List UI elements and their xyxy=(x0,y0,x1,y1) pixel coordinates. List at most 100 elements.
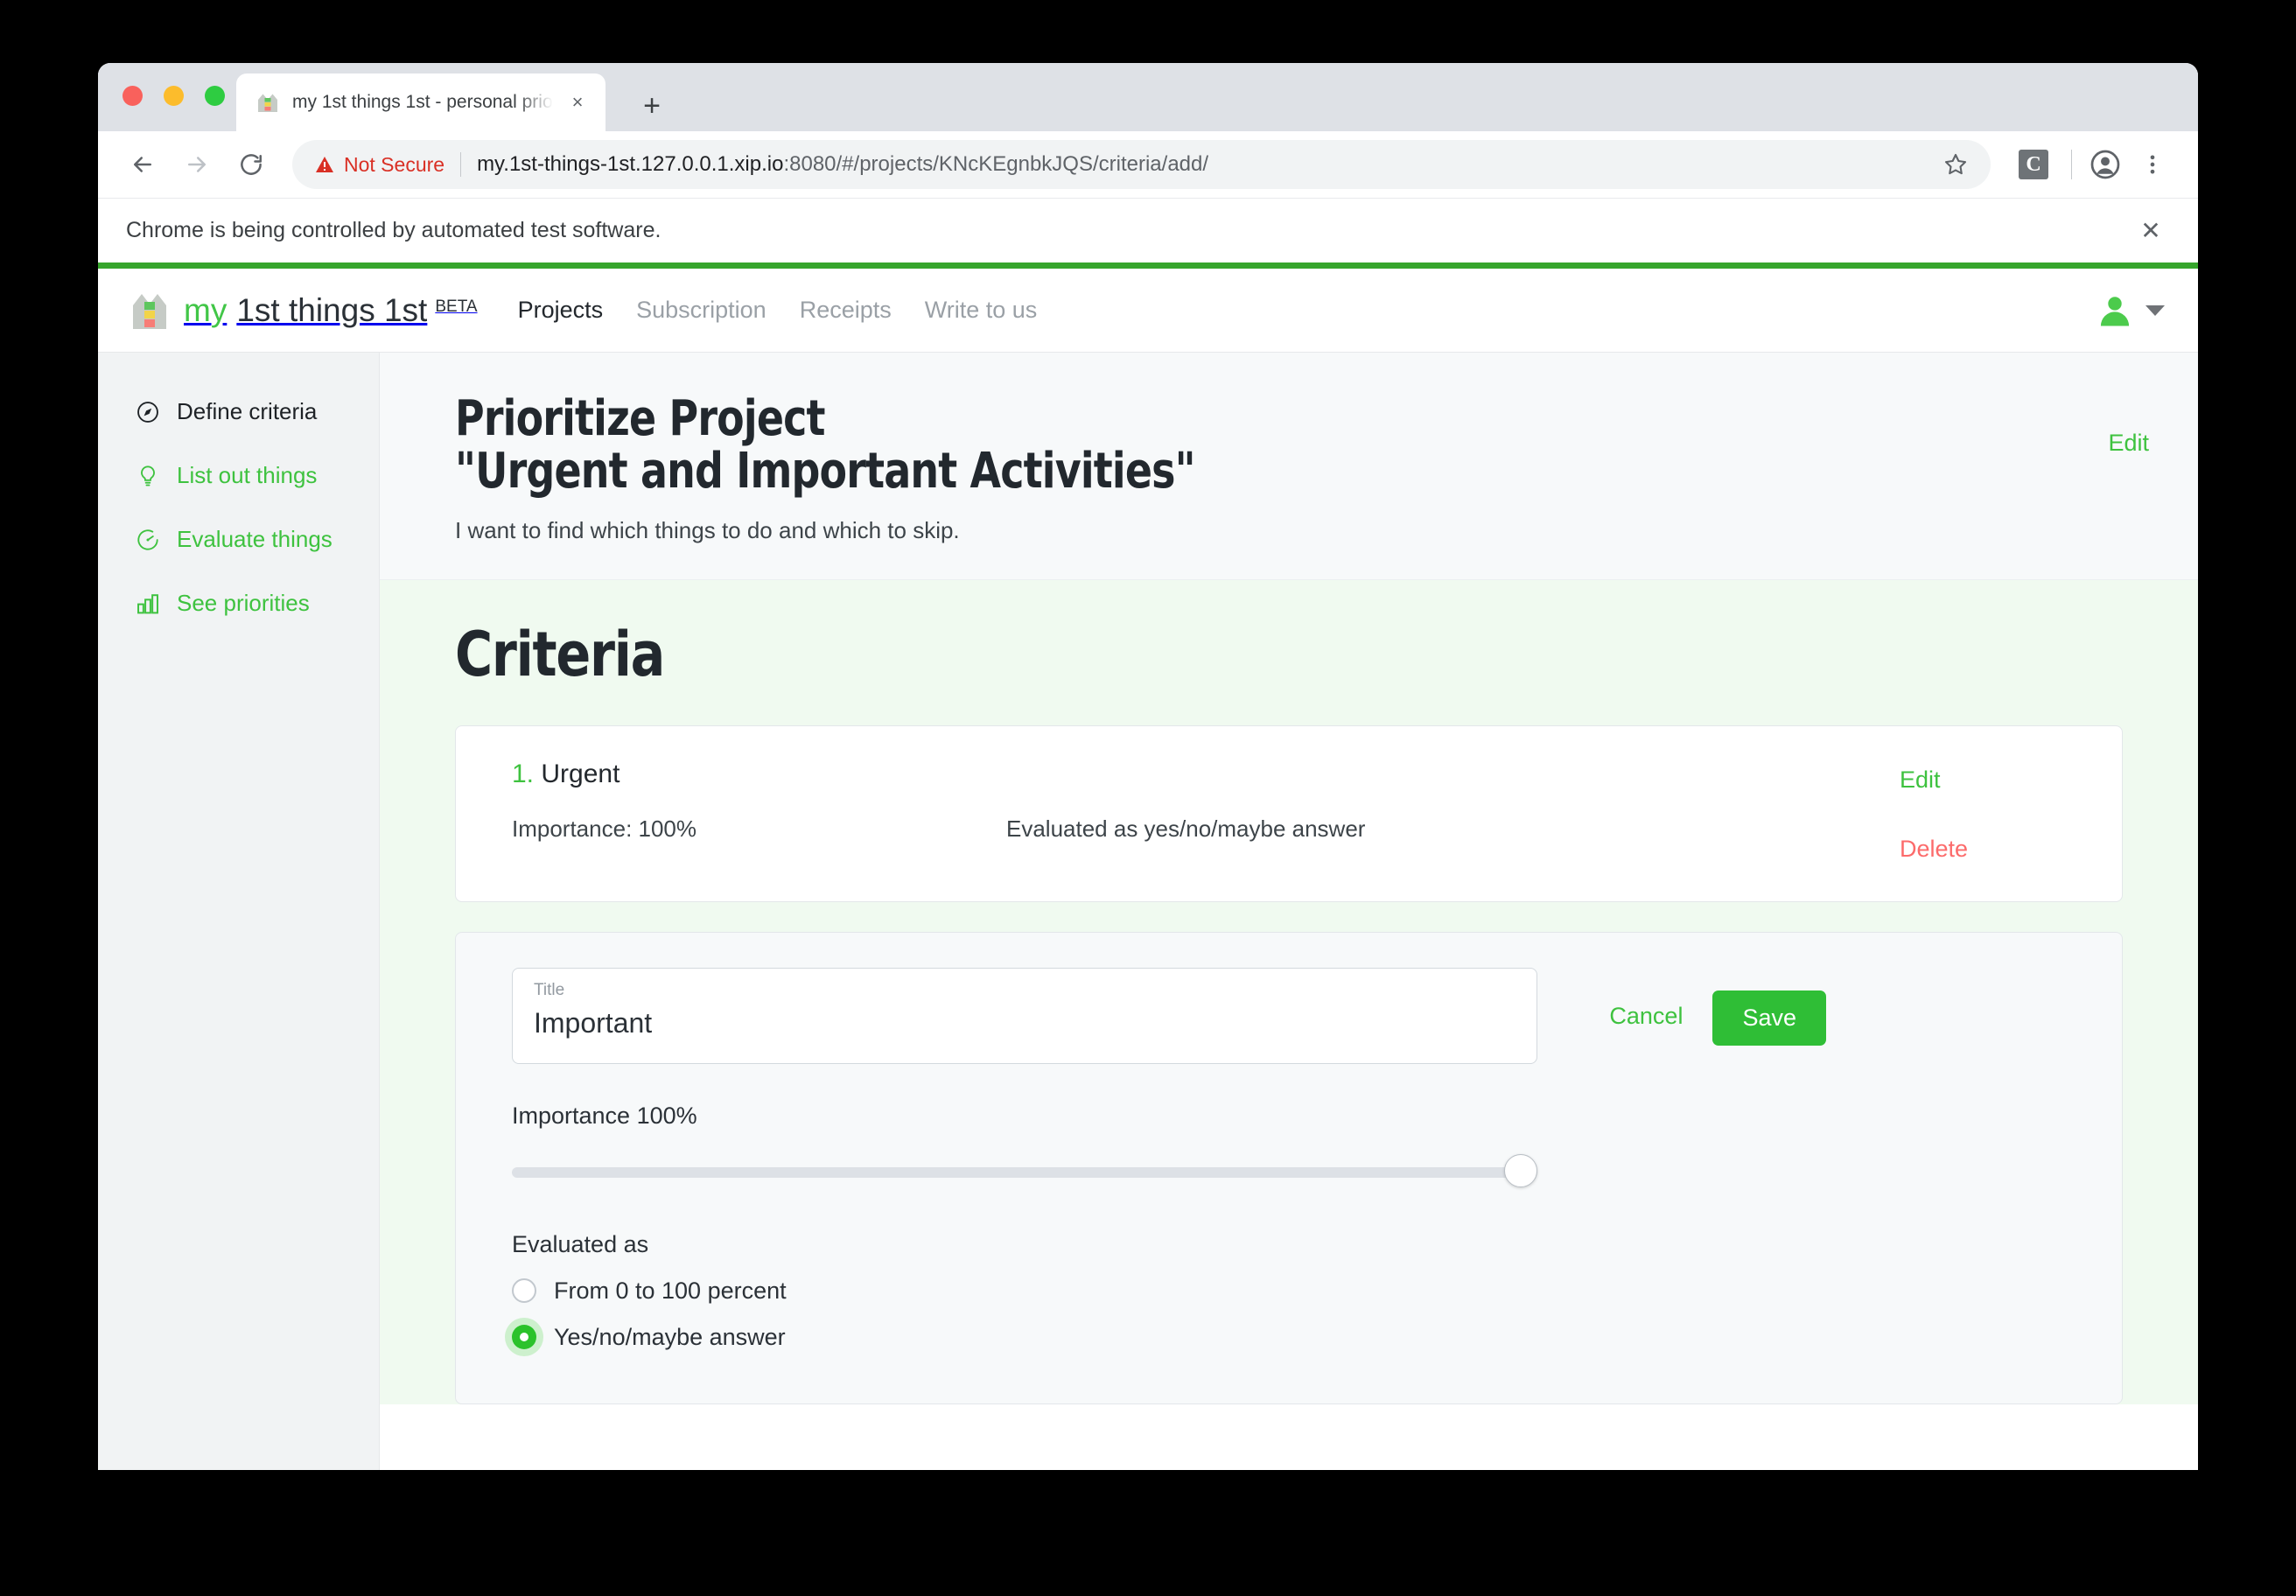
close-window-button[interactable] xyxy=(122,86,143,106)
nav-item-receipts[interactable]: Receipts xyxy=(800,297,892,324)
address-bar[interactable]: Not Secure my.1st-things-1st.127.0.0.1.x… xyxy=(292,140,1991,189)
importance-slider[interactable] xyxy=(512,1152,1537,1193)
slider-track xyxy=(512,1166,1537,1178)
slider-thumb[interactable] xyxy=(1504,1153,1537,1187)
project-description: I want to find which things to do and wh… xyxy=(455,516,960,543)
title-input[interactable]: Important xyxy=(534,1007,1516,1040)
back-icon[interactable] xyxy=(117,139,168,190)
cancel-button[interactable]: Cancel xyxy=(1606,990,1686,1042)
maximize-window-button[interactable] xyxy=(205,86,225,106)
sidebar-label-define-criteria: Define criteria xyxy=(177,398,318,424)
browser-menu-icon[interactable] xyxy=(2130,142,2175,187)
url-text: my.1st-things-1st.127.0.0.1.xip.io:8080/… xyxy=(477,152,1933,177)
project-title-line2: "Urgent and Important Activities" xyxy=(455,442,1196,500)
criteria-section: Criteria 1. Urgent Importance: 100% Eval… xyxy=(380,579,2198,1404)
sidebar-item-define-criteria[interactable]: Define criteria xyxy=(135,398,379,425)
toolbar-divider xyxy=(2071,150,2072,179)
title-field[interactable]: Title Important xyxy=(512,967,1537,1064)
criterion-form-actions: Cancel Save xyxy=(1537,968,1826,1351)
project-header-text: Prioritize Project "Urgent and Important… xyxy=(455,393,2108,544)
automation-infobar: Chrome is being controlled by automated … xyxy=(98,198,2198,262)
evaluated-as-label: Evaluated as xyxy=(512,1230,649,1257)
save-button[interactable]: Save xyxy=(1712,990,1826,1046)
forward-icon[interactable] xyxy=(172,139,222,190)
tab-strip: my 1st things 1st - personal prior × + xyxy=(98,63,2198,131)
criterion-card: 1. Urgent Importance: 100% Evaluated as … xyxy=(455,724,2123,902)
extension-icon[interactable]: C xyxy=(2019,150,2048,179)
project-title-line1: Prioritize Project xyxy=(455,390,825,447)
omnibox-toolbar: Not Secure my.1st-things-1st.127.0.0.1.x… xyxy=(98,131,2198,198)
criterion-number: 1. xyxy=(512,759,535,788)
url-path: :8080/#/projects/KNcKEgnbkJQS/criteria/a… xyxy=(783,152,1209,176)
profile-avatar-icon[interactable] xyxy=(2082,142,2128,187)
radio-yes-no-maybe-indicator[interactable] xyxy=(512,1325,536,1350)
brand-text: my 1st things 1st BETA xyxy=(184,292,478,329)
bookmark-star-icon[interactable] xyxy=(1933,142,1978,187)
user-menu[interactable] xyxy=(2096,292,2165,329)
radio-option-percent[interactable]: From 0 to 100 percent xyxy=(512,1278,1537,1305)
sidebar-label-see-priorities: See priorities xyxy=(177,590,310,616)
progress-rule xyxy=(98,262,2198,269)
new-tab-button[interactable]: + xyxy=(634,88,670,124)
user-avatar xyxy=(2096,292,2133,329)
title-field-label: Title xyxy=(534,980,565,999)
top-navigation: Projects Subscription Receipts Write to … xyxy=(518,297,1038,324)
browser-window: my 1st things 1st - personal prior × + N… xyxy=(98,63,2198,1470)
minimize-window-button[interactable] xyxy=(164,86,184,106)
omnibox-actions: C xyxy=(2006,142,2175,187)
house-logo-favicon xyxy=(256,90,280,115)
criterion-form-fields: Title Important Importance 100% Evaluate… xyxy=(512,967,1537,1351)
browser-tab[interactable]: my 1st things 1st - personal prior × xyxy=(236,74,606,131)
sidebar-item-list-out-things[interactable]: List out things xyxy=(135,462,379,489)
sidebar-item-evaluate-things[interactable]: Evaluate things xyxy=(135,526,379,553)
edit-project-link[interactable]: Edit xyxy=(2108,430,2149,457)
criterion-title: Urgent xyxy=(541,759,620,788)
brand-my: my xyxy=(184,291,228,328)
main-content: Prioritize Project "Urgent and Important… xyxy=(380,353,2198,1470)
sidebar-label-evaluate-things: Evaluate things xyxy=(177,526,332,552)
criterion-evaluated-as: Evaluated as yes/no/maybe answer xyxy=(1006,815,1366,842)
close-tab-icon[interactable]: × xyxy=(565,90,590,115)
criterion-importance: Importance: 100% xyxy=(512,815,697,842)
criterion-heading: 1. Urgent xyxy=(512,760,1875,789)
importance-slider-label: Importance 100% xyxy=(512,1102,697,1129)
criterion-form: Title Important Importance 100% Evaluate… xyxy=(455,931,2123,1404)
nav-item-subscription[interactable]: Subscription xyxy=(636,297,766,324)
warning-triangle-icon xyxy=(315,156,334,173)
sidebar-label-list-out-things: List out things xyxy=(177,462,318,488)
radio-yes-no-maybe-label: Yes/no/maybe answer xyxy=(554,1323,786,1350)
url-host: my.1st-things-1st.127.0.0.1.xip.io xyxy=(477,152,784,176)
app-header: my 1st things 1st BETA Projects Subscripti… xyxy=(98,269,2198,353)
radio-percent-label: From 0 to 100 percent xyxy=(554,1277,787,1304)
page-body: Define criteria List out things Evaluate… xyxy=(98,353,2198,1470)
criterion-actions: Edit Delete xyxy=(1875,760,2085,863)
delete-criterion-link[interactable]: Delete xyxy=(1900,836,1968,863)
sidebar-item-see-priorities[interactable]: See priorities xyxy=(135,590,379,617)
gauge-icon xyxy=(135,527,161,553)
criterion-meta: Importance: 100% Evaluated as yes/no/may… xyxy=(512,816,1875,843)
brand-logo-link[interactable]: my 1st things 1st BETA xyxy=(130,288,478,333)
compass-icon xyxy=(135,399,161,425)
criterion-body: 1. Urgent Importance: 100% Evaluated as … xyxy=(512,760,1875,863)
edit-criterion-link[interactable]: Edit xyxy=(1900,766,1941,794)
criteria-heading: Criteria xyxy=(455,618,665,690)
brand-beta-badge: BETA xyxy=(435,297,478,316)
nav-item-write-to-us[interactable]: Write to us xyxy=(925,297,1038,324)
tab-title: my 1st things 1st - personal prior xyxy=(292,92,553,112)
page-viewport: my 1st things 1st BETA Projects Subscripti… xyxy=(98,269,2198,1470)
sidebar: Define criteria List out things Evaluate… xyxy=(98,353,380,1470)
house-logo-icon xyxy=(130,288,170,333)
reload-icon[interactable] xyxy=(226,139,276,190)
lightbulb-icon xyxy=(135,463,161,489)
window-controls xyxy=(122,86,225,106)
close-infobar-icon[interactable]: ✕ xyxy=(2133,214,2168,248)
radio-percent-indicator[interactable] xyxy=(512,1278,536,1304)
brand-rest: 1st things 1st xyxy=(236,291,428,328)
chevron-down-icon xyxy=(2146,304,2165,316)
project-header: Prioritize Project "Urgent and Important… xyxy=(380,353,2198,580)
security-status-label: Not Secure xyxy=(344,152,445,176)
omnibox-divider xyxy=(460,152,462,177)
radio-option-yes-no-maybe[interactable]: Yes/no/maybe answer xyxy=(512,1324,1537,1351)
nav-item-projects[interactable]: Projects xyxy=(518,297,604,324)
automation-message: Chrome is being controlled by automated … xyxy=(126,218,662,242)
